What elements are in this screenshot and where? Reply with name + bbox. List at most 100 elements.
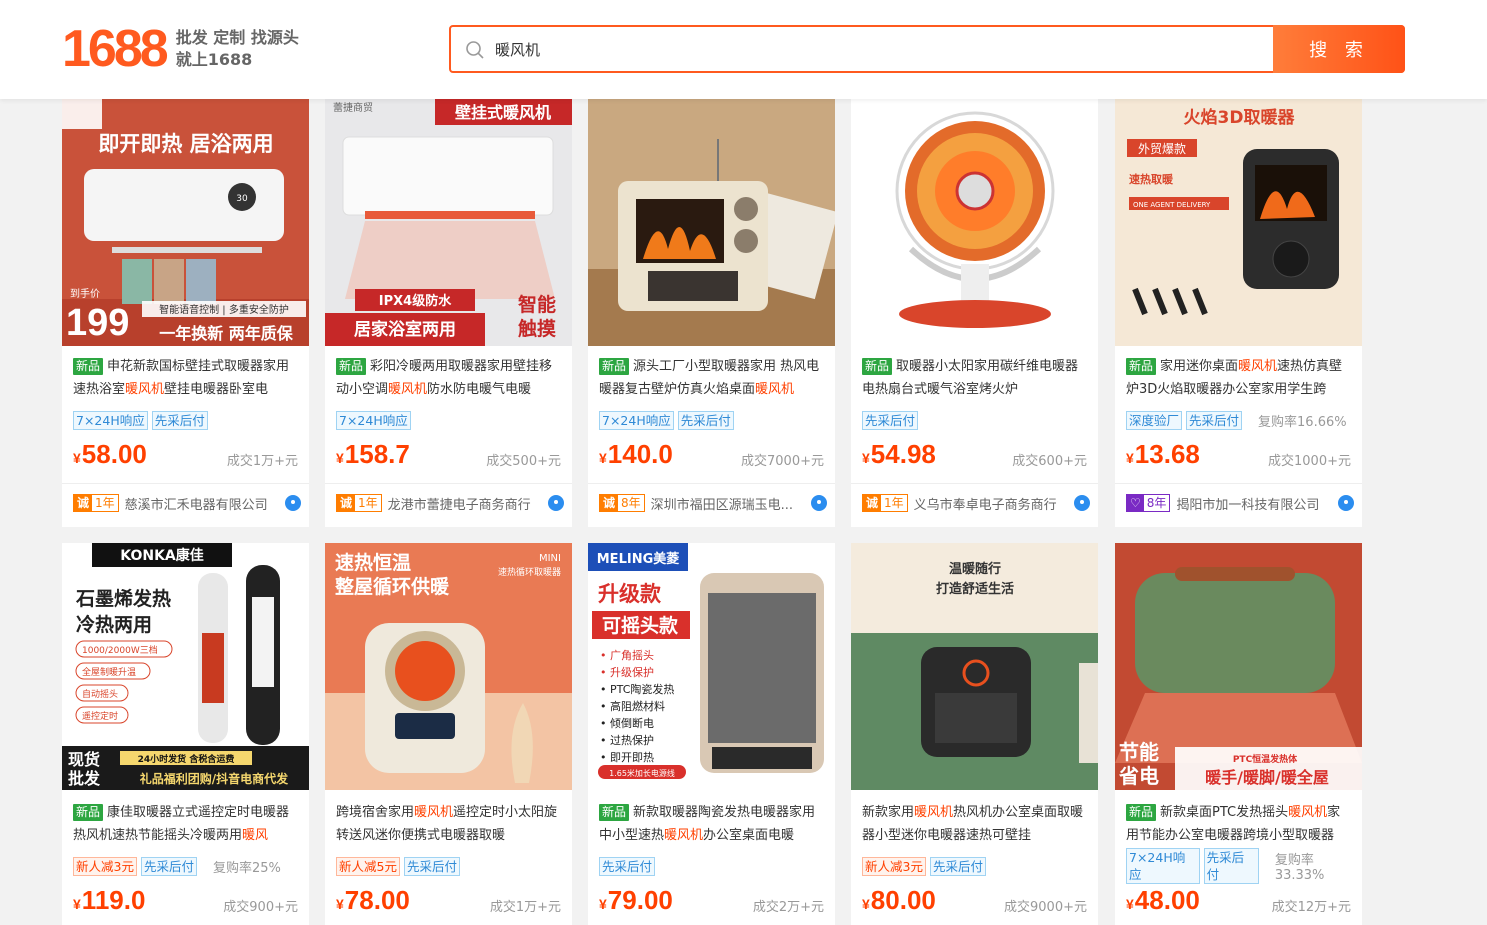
top-header: 1688 批发 定制 找源头 就上1688 搜 索 xyxy=(0,0,1487,99)
seller-info[interactable]: 诚 1年 义乌市奉卓电子商务商行 xyxy=(862,493,1090,513)
seller-name[interactable]: 义乌市奉卓电子商务商行 xyxy=(914,494,1057,513)
product-card[interactable]: MELING美菱 升级款 可摇头款 • 广角摇头 • 升级保护 • PTC陶瓷发… xyxy=(588,543,835,925)
service-tags: 新人减5元 先采后付 xyxy=(336,856,460,876)
product-image[interactable]: 节能 省电 PTC恒温发热体 暖手/暖脚/暖全屋 xyxy=(1115,543,1362,790)
svg-text:外贸爆款: 外贸爆款 xyxy=(1138,142,1186,156)
seller-name[interactable]: 龙港市蕾捷电子商务商行 xyxy=(388,494,531,513)
wangwang-chat-icon[interactable] xyxy=(811,495,827,511)
divider xyxy=(62,483,309,484)
product-card[interactable]: 火焰3D取暖器 外贸爆款 速热取暖 ONE AGENT DELIVERY 新品家… xyxy=(1115,99,1362,527)
product-card[interactable]: 新品 取暖器小太阳家用碳纤维电暖器电热扇台式暖气浴室烤火炉 先采后付 ¥54.98… xyxy=(851,99,1098,527)
product-image[interactable]: KONKA康佳 石墨烯发热 冷热两用 1000/2000W三档 全屋制暖升温 自… xyxy=(62,543,309,790)
product-title[interactable]: 新品 取暖器小太阳家用碳纤维电暖器电热扇台式暖气浴室烤火炉 xyxy=(862,355,1088,401)
chengxintong-badge: 诚 1年 xyxy=(336,494,382,512)
image-text: 即开即热 居浴两用 xyxy=(98,132,273,156)
product-title[interactable]: 新品 康佳取暖器立式遥控定时电暖器热风机速热节能摇头冷暖两用暖风 xyxy=(73,801,299,847)
svg-text:智能: 智能 xyxy=(518,293,556,316)
sales-volume: 成交1000+元 xyxy=(1268,454,1351,469)
seller-name[interactable]: 深圳市福田区源瑞玉电... xyxy=(651,494,793,513)
product-card[interactable]: 新品 源头工厂小型取暖器家用 热风电暖器复古壁炉仿真火焰桌面暖风机 7×24H响应… xyxy=(588,99,835,527)
svg-text:居家浴室两用: 居家浴室两用 xyxy=(354,319,456,340)
seller-info[interactable]: ♡ 8年 揭阳市加一科技有限公司 xyxy=(1126,493,1354,513)
product-title[interactable]: 新品 源头工厂小型取暖器家用 热风电暖器复古壁炉仿真火焰桌面暖风机 xyxy=(599,355,825,401)
logo-slogan-line1: 批发 定制 找源头 xyxy=(175,28,299,47)
service-tags: 先采后付 xyxy=(862,410,919,430)
svg-text:• 高阻燃材料: • 高阻燃材料 xyxy=(600,699,665,713)
service-tags: 7×24H响应 先采后付 xyxy=(73,410,208,430)
product-title[interactable]: 新品 新款桌面PTC发热摇头暖风机家用节能办公室电暖器跨境小型取暖器 xyxy=(1126,801,1352,847)
search-icon xyxy=(466,41,484,59)
repurchase-rate: 复购率25% xyxy=(212,860,281,876)
service-tags: 深度验厂 先采后付 复购率16.66% xyxy=(1126,410,1347,430)
svg-text:智能语音控制 | 多重安全防护: 智能语音控制 | 多重安全防护 xyxy=(159,303,289,316)
product-card[interactable]: KONKA康佳 石墨烯发热 冷热两用 1000/2000W三档 全屋制暖升温 自… xyxy=(62,543,309,925)
product-image[interactable]: MELING美菱 升级款 可摇头款 • 广角摇头 • 升级保护 • PTC陶瓷发… xyxy=(588,543,835,790)
svg-text:触摸: 触摸 xyxy=(518,317,556,340)
svg-text:升级款: 升级款 xyxy=(598,582,662,606)
sales-volume: 成交7000+元 xyxy=(741,454,824,469)
product-title[interactable]: 新品 申花新款国标壁挂式取暖器家用速热浴室暖风机壁挂电暖器卧室电 xyxy=(73,355,299,401)
divider xyxy=(851,483,1098,484)
product-title[interactable]: 新款家用暖风机热风机办公室桌面取暖器小型迷你电暖器速热可壁挂 xyxy=(862,801,1088,847)
super-factory-badge: ♡ 8年 xyxy=(1126,494,1171,512)
seller-info[interactable]: 诚 8年 深圳市福田区源瑞玉电... xyxy=(599,493,827,513)
search-button[interactable]: 搜 索 xyxy=(1273,25,1405,73)
product-title[interactable]: 新品 彩阳冷暖两用取暖器家用壁挂移动小空调暖风机防水防电暖气电暖 xyxy=(336,355,562,401)
repurchase-rate: 复购率16.66% xyxy=(1258,414,1347,430)
product-title[interactable]: 跨境宿舍家用暖风机遥控定时小太阳旋转送风迷你便携式电暖器取暖 xyxy=(336,801,562,847)
service-tags: 先采后付 xyxy=(599,856,656,876)
product-image[interactable]: 即开即热 居浴两用 30 到手价 199 智能语音控制 | 多重安全防护 一年换… xyxy=(62,99,309,346)
wangwang-chat-icon[interactable] xyxy=(1338,495,1354,511)
seller-info[interactable]: 诚 1年 慈溪市汇禾电器有限公司 xyxy=(73,493,301,513)
svg-text:可摇头款: 可摇头款 xyxy=(602,614,679,637)
service-tags: 7×24H响应 先采后付 复购率33.33% xyxy=(1126,848,1362,884)
product-card[interactable]: 即开即热 居浴两用 30 到手价 199 智能语音控制 | 多重安全防护 一年换… xyxy=(62,99,309,527)
svg-text:石墨烯发热: 石墨烯发热 xyxy=(75,587,171,610)
price: ¥13.68 xyxy=(1126,439,1200,469)
product-card[interactable]: 温暖随行 打造舒适生活 新款家用暖风机热风机办公室桌面取暖器小型迷你电暖器速热可… xyxy=(851,543,1098,925)
logo[interactable]: 1688 批发 定制 找源头 就上1688 xyxy=(62,22,299,76)
product-image[interactable] xyxy=(851,99,1098,346)
divider xyxy=(588,483,835,484)
sales-volume: 成交9000+元 xyxy=(1004,900,1087,915)
product-title[interactable]: 新品 新款取暖器陶瓷发热电暖器家用中小型速热暖风机办公室桌面电暖 xyxy=(599,801,825,847)
divider xyxy=(325,483,572,484)
chengxintong-badge: 诚 8年 xyxy=(599,494,645,512)
svg-text:火焰3D取暖器: 火焰3D取暖器 xyxy=(1184,107,1296,128)
product-image[interactable]: 壁挂式暖风机 蕾捷商贸 IPX4级防水 居家浴室两用 智能 触摸 xyxy=(325,99,572,346)
product-card[interactable]: 壁挂式暖风机 蕾捷商贸 IPX4级防水 居家浴室两用 智能 触摸 新品 彩阳冷暖两… xyxy=(325,99,572,527)
svg-text:MELING美菱: MELING美菱 xyxy=(597,551,680,567)
svg-text:批发: 批发 xyxy=(68,769,101,788)
product-image[interactable]: 温暖随行 打造舒适生活 xyxy=(851,543,1098,790)
price: ¥79.00 xyxy=(599,885,673,915)
product-image[interactable]: 速热恒温 整屋循环供暖 MINI 速热循环取暖器 xyxy=(325,543,572,790)
svg-text:MINI: MINI xyxy=(539,553,561,564)
seller-name[interactable]: 慈溪市汇禾电器有限公司 xyxy=(125,494,268,513)
seller-info[interactable]: 诚 1年 龙港市蕾捷电子商务商行 xyxy=(336,493,564,513)
svg-text:全屋制暖升温: 全屋制暖升温 xyxy=(82,666,136,678)
svg-text:• 升级保护: • 升级保护 xyxy=(600,665,654,679)
svg-text:• 即开即热: • 即开即热 xyxy=(600,751,654,764)
svg-text:1000/2000W三档: 1000/2000W三档 xyxy=(82,644,158,656)
product-card[interactable]: 节能 省电 PTC恒温发热体 暖手/暖脚/暖全屋 新品 新款桌面PTC发热摇头暖风… xyxy=(1115,543,1362,925)
svg-text:速热循环取暖器: 速热循环取暖器 xyxy=(498,566,561,578)
wangwang-chat-icon[interactable] xyxy=(1074,495,1090,511)
sales-volume: 成交1万+元 xyxy=(489,900,561,915)
price: ¥58.00 xyxy=(73,439,147,469)
search-input[interactable] xyxy=(495,27,1275,71)
wangwang-chat-icon[interactable] xyxy=(285,495,301,511)
svg-text:自动摇头: 自动摇头 xyxy=(82,688,118,700)
product-card[interactable]: 速热恒温 整屋循环供暖 MINI 速热循环取暖器 跨境宿舍家用暖风机遥控定时小太… xyxy=(325,543,572,925)
chengxintong-badge: 诚 1年 xyxy=(862,494,908,512)
wangwang-chat-icon[interactable] xyxy=(548,495,564,511)
seller-name[interactable]: 揭阳市加一科技有限公司 xyxy=(1176,494,1319,513)
svg-text:199: 199 xyxy=(66,302,129,344)
svg-text:1.65米加长电源线: 1.65米加长电源线 xyxy=(609,768,675,778)
product-image[interactable]: 火焰3D取暖器 外贸爆款 速热取暖 ONE AGENT DELIVERY xyxy=(1115,99,1362,346)
price: ¥54.98 xyxy=(862,439,936,469)
logo-number: 1688 xyxy=(62,20,169,78)
sales-volume: 成交12万+元 xyxy=(1271,900,1351,915)
product-image[interactable] xyxy=(588,99,835,346)
logo-slogan: 批发 定制 找源头 就上1688 xyxy=(176,27,299,71)
product-title[interactable]: 新品 家用迷你桌面暖风机速热仿真壁炉3D火焰取暖器办公室家用学生跨 xyxy=(1126,355,1352,401)
